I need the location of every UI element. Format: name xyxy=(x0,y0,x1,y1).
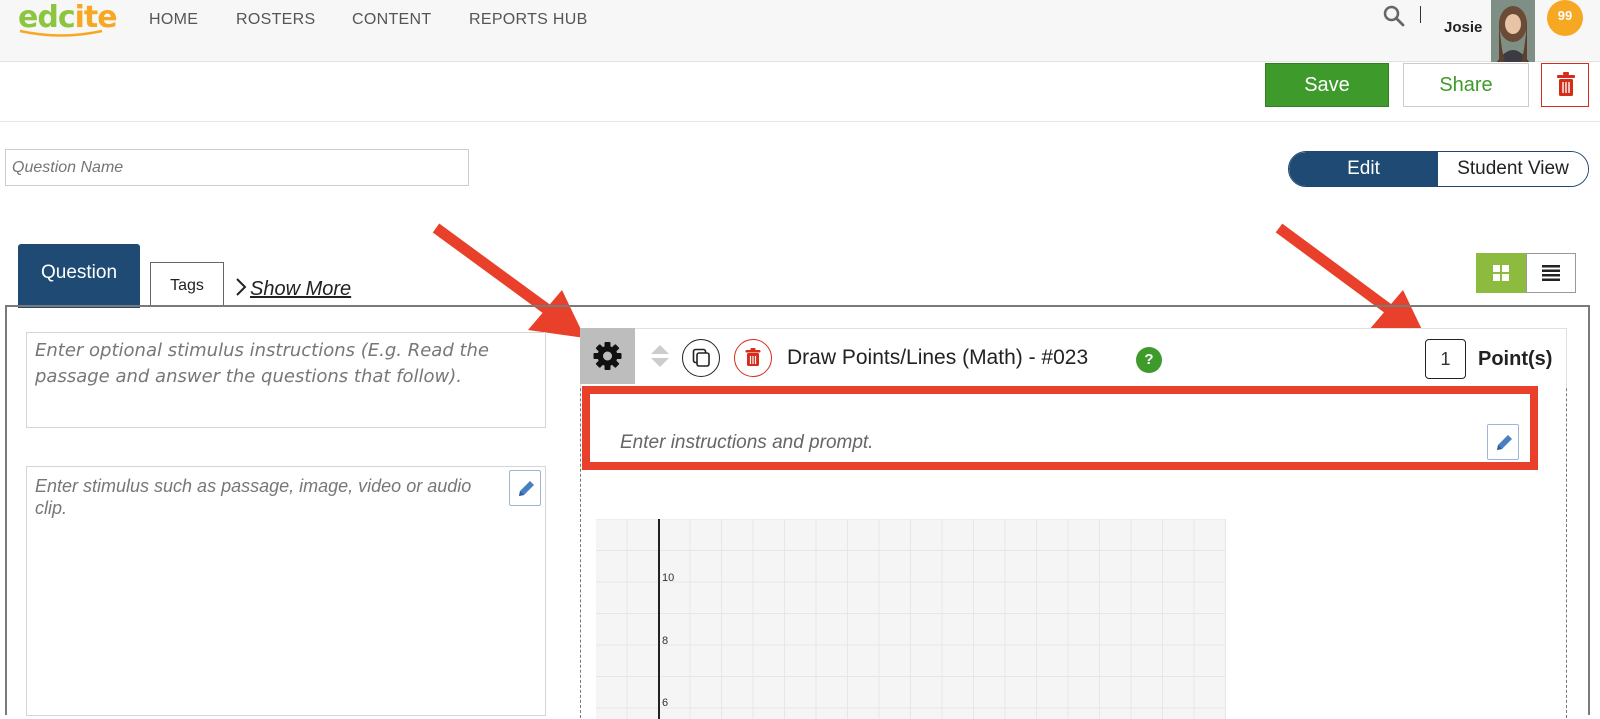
prompt-input[interactable]: Enter instructions and prompt. xyxy=(620,432,873,454)
delete-question-button[interactable] xyxy=(734,339,772,377)
nav-divider xyxy=(1420,6,1421,23)
grid-layout-button[interactable] xyxy=(1476,253,1526,293)
student-view-button[interactable]: Student View xyxy=(1438,152,1588,186)
trash-icon xyxy=(745,348,761,366)
trash-icon xyxy=(1557,72,1575,96)
view-toggle: Edit Student View xyxy=(1288,151,1589,187)
nav-reports-hub[interactable]: REPORTS HUB xyxy=(469,11,588,29)
question-title: Draw Points/Lines (Math) - #023 xyxy=(787,346,1089,369)
question-settings-button[interactable] xyxy=(580,328,635,384)
search-icon[interactable] xyxy=(1383,5,1405,27)
edit-view-button[interactable]: Edit xyxy=(1289,152,1438,186)
delete-button[interactable] xyxy=(1541,63,1589,107)
notification-badge[interactable]: 99 xyxy=(1547,0,1583,36)
y-tick-label: 8 xyxy=(662,635,668,647)
nav-content[interactable]: CONTENT xyxy=(352,11,431,29)
copy-icon xyxy=(692,348,710,367)
prompt-highlight-box xyxy=(582,386,1538,470)
edit-prompt-button[interactable] xyxy=(1487,424,1519,460)
stimulus-body-placeholder: Enter stimulus such as passage, image, v… xyxy=(35,476,472,518)
show-more-label: Show More xyxy=(250,278,352,300)
sort-arrows-icon xyxy=(651,345,669,367)
gear-icon xyxy=(593,342,622,370)
show-more-link[interactable]: Show More xyxy=(234,277,351,301)
stimulus-body-field[interactable]: Enter stimulus such as passage, image, v… xyxy=(26,466,546,716)
points-label: Point(s) xyxy=(1478,348,1553,370)
action-bar: Save Share xyxy=(0,62,1600,122)
y-tick-label: 10 xyxy=(662,572,674,584)
graph-grid: 10 8 6 xyxy=(596,519,1226,719)
list-layout-button[interactable] xyxy=(1526,253,1576,293)
nav-rosters[interactable]: ROSTERS xyxy=(236,11,315,29)
logo-swoosh-icon xyxy=(19,29,103,37)
y-tick-label: 6 xyxy=(662,697,668,709)
question-name-input[interactable] xyxy=(5,149,469,186)
grid-icon xyxy=(1493,265,1509,281)
duplicate-question-button[interactable] xyxy=(682,339,720,377)
top-nav: edcite HOME ROSTERS CONTENT REPORTS HUB … xyxy=(0,0,1600,62)
coordinate-graph[interactable]: 10 8 6 xyxy=(596,519,1226,719)
edit-stimulus-button[interactable] xyxy=(509,470,541,506)
save-button[interactable]: Save xyxy=(1265,63,1389,107)
pencil-icon xyxy=(519,481,534,496)
stimulus-instructions-field[interactable]: Enter optional stimulus instructions (E.… xyxy=(26,332,546,428)
reorder-handle[interactable] xyxy=(650,343,670,374)
share-button[interactable]: Share xyxy=(1403,63,1529,107)
tab-question[interactable]: Question xyxy=(18,244,140,308)
points-input[interactable]: 1 xyxy=(1425,339,1466,379)
user-avatar[interactable] xyxy=(1491,0,1535,62)
list-icon xyxy=(1542,265,1560,281)
user-name[interactable]: Josie xyxy=(1444,19,1482,36)
help-icon[interactable]: ? xyxy=(1136,347,1162,373)
chevron-right-icon xyxy=(236,278,247,296)
nav-home[interactable]: HOME xyxy=(149,11,198,29)
avatar-image xyxy=(1491,0,1535,62)
pencil-icon xyxy=(1497,435,1512,450)
tab-tags[interactable]: Tags xyxy=(150,262,224,307)
